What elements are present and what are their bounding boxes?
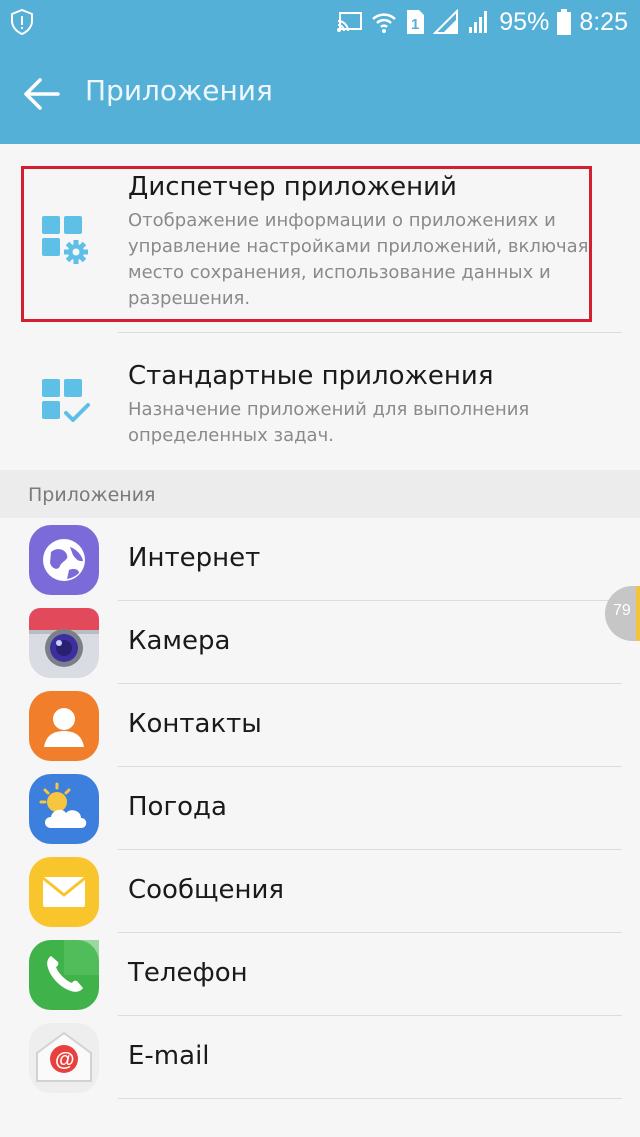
shield-icon <box>11 9 33 35</box>
default-apps-title: Стандартные приложения <box>128 361 494 391</box>
app-row-contacts[interactable]: Контакты <box>0 684 640 767</box>
svg-text:@: @ <box>55 1049 75 1071</box>
wifi-icon <box>372 13 397 33</box>
app-row-internet[interactable]: Интернет <box>0 518 640 601</box>
page-title: Приложения <box>85 74 273 107</box>
default-apps-description: Назначение приложений для выполнения опр… <box>128 399 530 446</box>
app-label: Интернет <box>128 543 261 573</box>
section-title: Приложения <box>28 484 156 506</box>
back-button[interactable] <box>22 76 62 112</box>
cast-icon <box>337 12 363 32</box>
contacts-icon <box>29 691 99 761</box>
app-row-messages[interactable]: Сообщения <box>0 850 640 933</box>
app-manager-description: Отображение информации о приложениях и у… <box>128 210 589 309</box>
app-label: Контакты <box>128 709 262 739</box>
status-bar: 1 95% 8:25 <box>0 0 640 44</box>
app-manager-item[interactable]: Диспетчер приложений Отображение информа… <box>0 144 640 332</box>
status-time: 8:25 <box>579 7 628 36</box>
divider <box>118 1098 622 1099</box>
app-label: Погода <box>128 792 227 822</box>
weather-icon <box>29 774 99 844</box>
app-bar: Приложения <box>0 44 640 144</box>
internet-globe-icon <box>29 525 99 595</box>
app-label: Камера <box>128 626 231 656</box>
default-apps-check-icon <box>42 379 90 422</box>
email-icon: @ <box>29 1023 99 1093</box>
app-row-phone[interactable]: Телефон <box>0 933 640 1016</box>
phone-icon <box>29 940 99 1010</box>
battery-icon <box>557 9 572 35</box>
battery-percent: 95% <box>499 7 550 36</box>
camera-icon <box>29 608 99 678</box>
signal-icon <box>469 11 488 33</box>
sim-label: 1 <box>411 16 419 33</box>
default-apps-item[interactable]: Стандартные приложения Назначение прилож… <box>0 333 640 470</box>
app-row-camera[interactable]: Камера <box>0 601 640 684</box>
app-label: Телефон <box>128 958 248 988</box>
messages-icon <box>29 857 99 927</box>
app-row-email[interactable]: @ E-mail <box>0 1016 640 1099</box>
app-manager-title: Диспетчер приложений <box>128 172 457 202</box>
app-row-weather[interactable]: Погода <box>0 767 640 850</box>
app-manager-gear-icon <box>42 216 88 264</box>
app-label: Сообщения <box>128 875 285 905</box>
section-header: Приложения <box>0 470 640 518</box>
arrow-left-icon <box>24 78 60 110</box>
app-label: E-mail <box>128 1041 210 1071</box>
scroll-index-label: 79 <box>613 602 631 619</box>
signal-icon <box>433 9 459 34</box>
sim-icon: 1 <box>407 10 425 34</box>
